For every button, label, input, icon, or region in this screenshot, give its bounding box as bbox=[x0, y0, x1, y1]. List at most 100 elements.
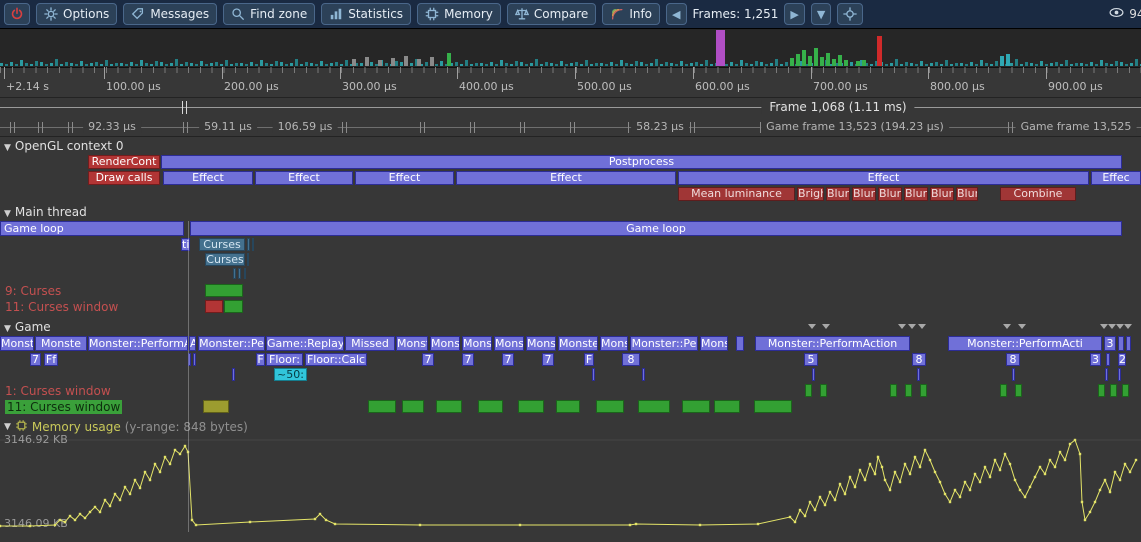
histogram-bar[interactable] bbox=[1070, 64, 1073, 66]
histogram-bar[interactable] bbox=[935, 62, 938, 66]
histogram-bar[interactable] bbox=[70, 63, 73, 66]
zone-bar[interactable]: Blur bbox=[956, 187, 978, 201]
zone-bar[interactable] bbox=[247, 238, 250, 251]
zone-bar[interactable]: 7 bbox=[542, 353, 554, 366]
histogram-bar[interactable] bbox=[605, 64, 608, 66]
histogram-bar[interactable] bbox=[80, 61, 83, 66]
histogram-bar[interactable] bbox=[955, 63, 958, 66]
zone-frame-label[interactable]: Game frame 13,523 (194.23 µs) bbox=[761, 120, 949, 133]
zone-frame-label[interactable]: Game frame 13,525 bbox=[1016, 120, 1137, 133]
histogram-bar[interactable] bbox=[870, 64, 873, 66]
histogram-bar[interactable] bbox=[10, 62, 13, 66]
histogram-bar[interactable] bbox=[391, 58, 395, 66]
zone-bar[interactable]: Monst bbox=[430, 336, 460, 351]
zone-bar[interactable]: Game::Replay bbox=[266, 336, 344, 351]
zone-bar[interactable]: Monster::Pe bbox=[630, 336, 698, 351]
histogram-bar[interactable] bbox=[945, 60, 948, 66]
histogram-bar[interactable] bbox=[600, 63, 603, 66]
histogram-bar[interactable] bbox=[35, 61, 38, 66]
histogram-bar[interactable] bbox=[385, 63, 388, 66]
histogram-bar[interactable] bbox=[1085, 64, 1088, 66]
histogram-bar[interactable] bbox=[856, 61, 860, 66]
histogram-bar[interactable] bbox=[55, 59, 58, 66]
histogram-bar[interactable] bbox=[310, 63, 313, 66]
collapsed-zone-marker-icon[interactable] bbox=[898, 324, 906, 329]
histogram-bar[interactable] bbox=[1090, 62, 1093, 66]
histogram-bar[interactable] bbox=[5, 64, 8, 66]
zone-frame-label[interactable]: 92.33 µs bbox=[83, 120, 141, 133]
zone-bar[interactable] bbox=[1110, 384, 1117, 397]
histogram-bar[interactable] bbox=[930, 63, 933, 66]
histogram-bar[interactable] bbox=[838, 55, 842, 66]
histogram-bar[interactable] bbox=[635, 61, 638, 66]
zone-bar[interactable]: Mean luminance bbox=[678, 187, 795, 201]
histogram-bar[interactable] bbox=[530, 63, 533, 66]
histogram-bar[interactable] bbox=[1035, 64, 1038, 66]
memory-button[interactable]: Memory bbox=[417, 3, 501, 25]
histogram-bar[interactable] bbox=[850, 62, 853, 66]
histogram-bar[interactable] bbox=[862, 60, 866, 66]
histogram-bar[interactable] bbox=[808, 56, 812, 66]
zone-bar[interactable] bbox=[638, 400, 670, 413]
histogram-bar[interactable] bbox=[535, 59, 538, 66]
histogram-bar[interactable] bbox=[585, 60, 588, 66]
zone-bar[interactable] bbox=[805, 384, 812, 397]
zone-bar[interactable] bbox=[193, 353, 196, 366]
zone-bar[interactable] bbox=[205, 284, 243, 297]
frame-dropdown-button[interactable]: ▼ bbox=[811, 3, 831, 25]
histogram-bar[interactable] bbox=[1045, 64, 1048, 66]
histogram-bar[interactable] bbox=[890, 63, 893, 66]
zone-bar[interactable] bbox=[905, 384, 912, 397]
histogram-bar[interactable] bbox=[60, 64, 63, 66]
histogram-bar[interactable] bbox=[185, 62, 188, 66]
histogram-bar[interactable] bbox=[915, 64, 918, 66]
histogram-bar[interactable] bbox=[745, 63, 748, 66]
histogram-bar[interactable] bbox=[470, 64, 473, 66]
histogram-bar[interactable] bbox=[750, 64, 753, 66]
lock-11-curses-window-selected[interactable]: 11: Curses window bbox=[5, 400, 122, 414]
histogram-bar[interactable] bbox=[125, 64, 128, 66]
histogram-bar[interactable] bbox=[165, 64, 168, 66]
zone-bar[interactable]: Monste bbox=[0, 336, 34, 351]
histogram-bar[interactable] bbox=[85, 64, 88, 66]
zone-bar[interactable] bbox=[1012, 368, 1015, 381]
histogram-bar[interactable] bbox=[1025, 62, 1028, 66]
collapsed-zone-marker-icon[interactable] bbox=[1003, 324, 1011, 329]
histogram-bar[interactable] bbox=[220, 64, 223, 66]
zone-frame-label[interactable]: 58.23 µs bbox=[631, 120, 689, 133]
zone-bar[interactable] bbox=[518, 400, 544, 413]
histogram-bar[interactable] bbox=[1030, 63, 1033, 66]
histogram-bar[interactable] bbox=[40, 62, 43, 66]
histogram-bar[interactable] bbox=[485, 64, 488, 66]
frame-histogram[interactable] bbox=[0, 29, 1141, 68]
compare-button[interactable]: Compare bbox=[507, 3, 596, 25]
zone-bar[interactable]: Monster::PerformA bbox=[88, 336, 188, 351]
zone-bar[interactable]: 7 bbox=[462, 353, 474, 366]
zone-bar[interactable] bbox=[917, 368, 920, 381]
histogram-bar[interactable] bbox=[440, 61, 443, 66]
histogram-bar[interactable] bbox=[885, 64, 888, 66]
options-button[interactable]: Options bbox=[36, 3, 117, 25]
histogram-bar[interactable] bbox=[115, 63, 118, 66]
collapsed-zone-marker-icon[interactable] bbox=[1108, 324, 1116, 329]
histogram-bar[interactable] bbox=[1015, 59, 1018, 66]
histogram-bar[interactable] bbox=[425, 62, 428, 66]
histogram-bar[interactable] bbox=[675, 64, 678, 66]
zone-bar[interactable]: Mons bbox=[700, 336, 728, 351]
histogram-bar[interactable] bbox=[595, 63, 598, 66]
histogram-bar[interactable] bbox=[716, 30, 725, 66]
histogram-bar[interactable] bbox=[515, 61, 518, 66]
zone-bar[interactable]: Curses bbox=[199, 238, 245, 251]
lock-11-curses-window[interactable]: 11: Curses window bbox=[5, 300, 118, 314]
zone-bar[interactable]: Floor: bbox=[266, 353, 303, 366]
zone-bar[interactable]: Monster::PerformAction bbox=[755, 336, 910, 351]
histogram-bar[interactable] bbox=[460, 64, 463, 66]
histogram-bar[interactable] bbox=[680, 61, 683, 66]
histogram-bar[interactable] bbox=[230, 64, 233, 66]
histogram-bar[interactable] bbox=[430, 57, 434, 66]
histogram-bar[interactable] bbox=[265, 63, 268, 66]
histogram-bar[interactable] bbox=[814, 48, 818, 66]
histogram-bar[interactable] bbox=[740, 60, 743, 66]
histogram-bar[interactable] bbox=[200, 61, 203, 66]
histogram-bar[interactable] bbox=[330, 63, 333, 66]
